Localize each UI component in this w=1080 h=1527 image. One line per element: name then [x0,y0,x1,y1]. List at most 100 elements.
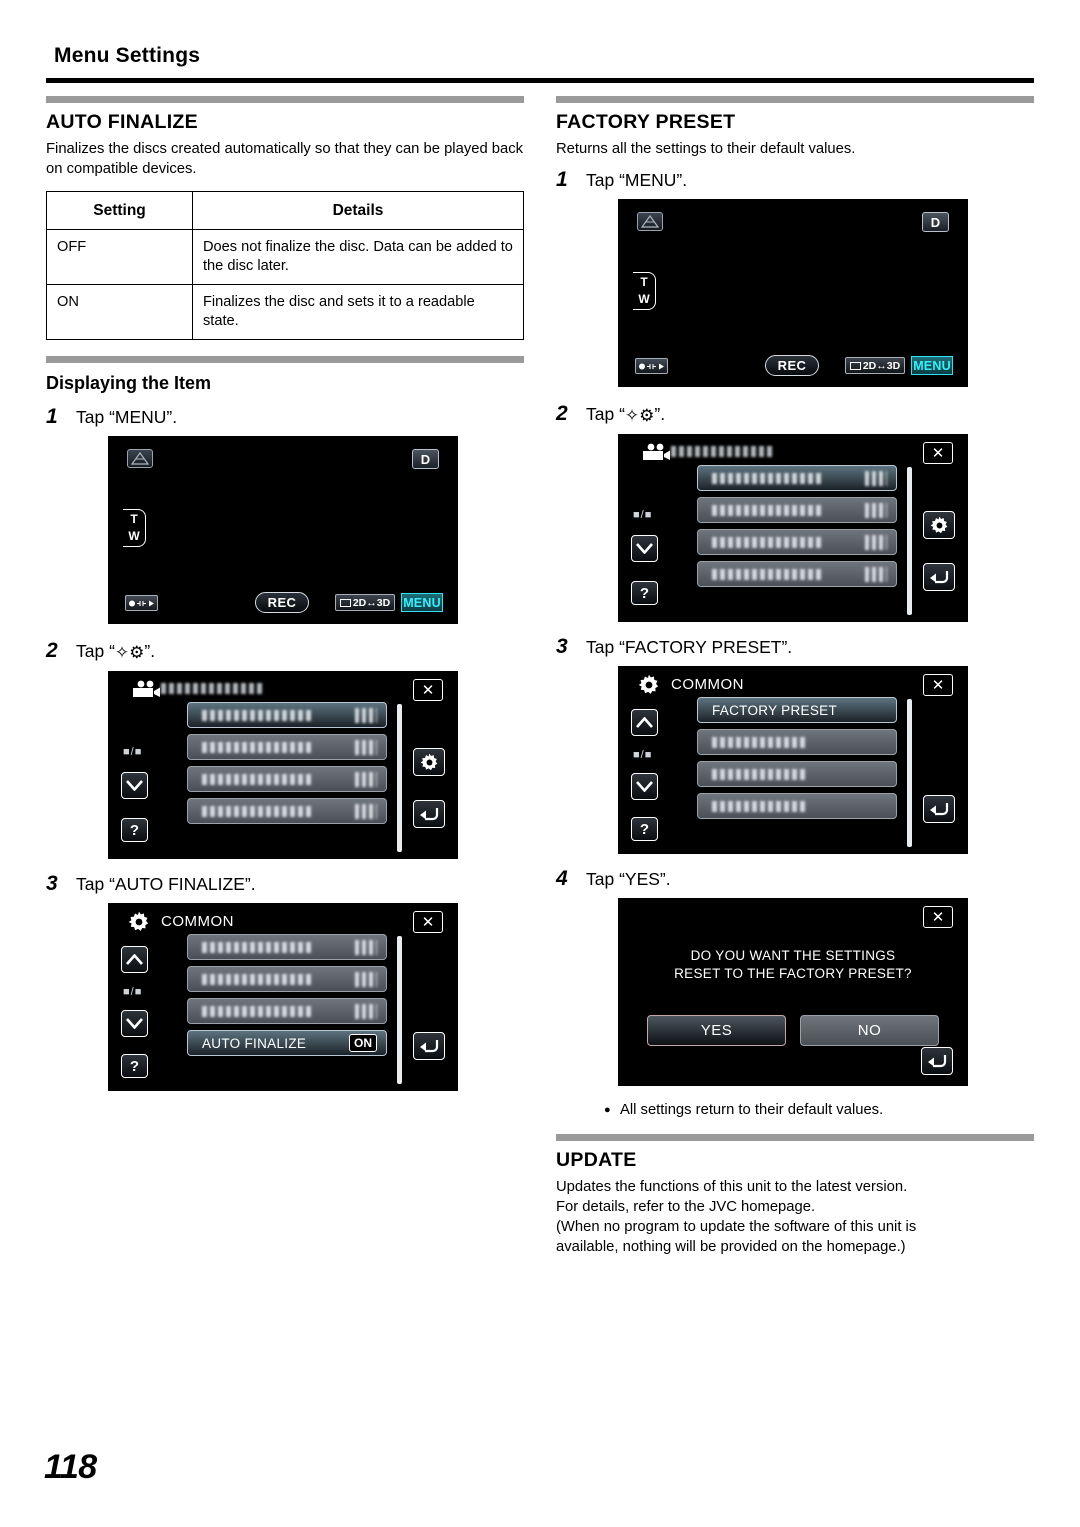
item-label-placeholder [712,736,808,748]
section-description: Returns all the settings to their defaul… [556,141,856,157]
scrollbar[interactable] [907,699,912,847]
table-header-setting: Setting [46,191,193,230]
menu-items-list [697,465,897,593]
page-number: 118 [44,1448,97,1486]
rec-play-toggle-icon[interactable] [635,358,668,374]
step-text-after: ”. [654,404,666,424]
step-3: 3 Tap “FACTORY PRESET”. [556,636,1034,658]
scroll-down-arrow-icon[interactable] [631,535,658,562]
manual-page: Menu Settings AUTO FINALIZE Finalizes th… [0,0,1080,1527]
update-line-3: (When no program to update the software … [556,1219,917,1235]
list-item-factory-preset[interactable]: FACTORY PRESET [697,697,897,723]
item-value-placeholder [355,772,377,787]
rec-button[interactable]: REC [765,355,819,376]
step-2: 2 Tap “✧⚙”. [556,403,1034,426]
scrollbar[interactable] [397,704,402,852]
item-label-placeholder [202,941,314,953]
update-line-1: Updates the functions of this unit to th… [556,1179,908,1195]
list-item[interactable] [187,734,387,760]
close-icon[interactable]: ✕ [923,906,953,928]
left-common-settings-screen: COMMON ✕ ■/■ ? AUTO FINALIZE ON [108,903,458,1091]
step-text: Tap “AUTO FINALIZE”. [76,874,256,894]
menu-title-placeholder [161,683,265,694]
gear-icon [128,911,150,937]
list-item[interactable] [697,561,897,587]
yes-button[interactable]: YES [647,1015,786,1046]
rec-button[interactable]: REC [255,592,309,613]
scroll-down-arrow-icon[interactable] [121,772,148,799]
zoom-t-label: T [640,275,648,289]
list-item[interactable] [187,966,387,992]
list-item[interactable] [697,761,897,787]
list-item[interactable] [697,497,897,523]
step-text: Tap “✧⚙”. [586,403,665,426]
section-bar [556,1134,1034,1141]
section-heading-factory-preset: FACTORY PRESET [556,111,736,133]
2d-3d-label: 2D↔3D [862,359,901,372]
item-value-placeholder [355,972,377,987]
left-menu-list-screen: ✕ ■/■ ? [108,671,458,859]
no-button[interactable]: NO [800,1015,939,1046]
gear-icon[interactable] [923,511,955,539]
2d-3d-toggle-button[interactable]: 2D↔3D [335,594,395,611]
close-icon[interactable]: ✕ [413,679,443,701]
menu-header: COMMON ✕ [109,904,457,938]
item-label-placeholder [202,805,314,817]
item-label-placeholder [712,800,808,812]
dialog-message: DO YOU WANT THE SETTINGS RESET TO THE FA… [619,947,967,983]
scrollbar[interactable] [397,936,402,1084]
list-item[interactable] [697,793,897,819]
gear-icon[interactable] [413,748,445,776]
step-number: 1 [46,405,58,428]
factory-preset-confirm-dialog: ✕ DO YOU WANT THE SETTINGS RESET TO THE … [618,898,968,1086]
help-icon[interactable]: ? [121,818,148,842]
2d-3d-toggle-button[interactable]: 2D↔3D [845,357,905,374]
step-4: 4 Tap “YES”. [556,868,1034,890]
camera-bottom-bar: REC 2D↔3D MENU [109,592,457,615]
item-value-placeholder [355,940,377,955]
list-item[interactable] [187,798,387,824]
close-icon[interactable]: ✕ [923,674,953,696]
list-item[interactable] [697,465,897,491]
scrollbar[interactable] [907,467,912,615]
item-label-placeholder [712,536,824,548]
2d-3d-label: 2D↔3D [352,596,391,609]
gear-icon: ✧⚙ [114,643,145,662]
scroll-down-arrow-icon[interactable] [631,773,658,800]
back-arrow-icon[interactable] [413,1032,445,1060]
help-icon[interactable]: ? [631,817,658,841]
table-row: OFF Does not finalize the disc. Data can… [46,229,524,285]
list-item[interactable] [187,702,387,728]
back-arrow-icon[interactable] [413,800,445,828]
menu-button[interactable]: MENU [401,593,443,612]
zoom-w-label: W [128,529,140,543]
menu-header: ✕ [109,672,457,706]
list-item[interactable] [187,998,387,1024]
list-item[interactable] [187,766,387,792]
menu-button[interactable]: MENU [911,356,953,375]
scroll-up-arrow-icon[interactable] [121,946,148,973]
list-item-auto-finalize[interactable]: AUTO FINALIZE ON [187,1030,387,1056]
back-arrow-icon[interactable] [921,1047,953,1075]
left-column: AUTO FINALIZE Finalizes the discs create… [46,96,524,1091]
help-icon[interactable]: ? [121,1054,148,1078]
step-number: 2 [556,402,568,425]
screen-glyph [849,361,861,370]
menu-items-list [187,702,387,830]
scroll-down-arrow-icon[interactable] [121,1010,148,1037]
list-item[interactable] [697,729,897,755]
menu-items-list: FACTORY PRESET [697,697,897,825]
screen-title: COMMON [671,676,744,693]
back-arrow-icon[interactable] [923,795,955,823]
help-icon[interactable]: ? [631,581,658,605]
close-icon[interactable]: ✕ [923,442,953,464]
close-icon[interactable]: ✕ [413,911,443,933]
dialog-buttons: YES NO [647,1015,939,1046]
list-item[interactable] [187,934,387,960]
scroll-up-arrow-icon[interactable] [631,709,658,736]
menu-side-controls: ■/■ ? [121,938,167,1088]
back-arrow-icon[interactable] [923,563,955,591]
table-cell-setting: ON [46,284,193,340]
rec-play-toggle-icon[interactable] [125,595,158,611]
list-item[interactable] [697,529,897,555]
